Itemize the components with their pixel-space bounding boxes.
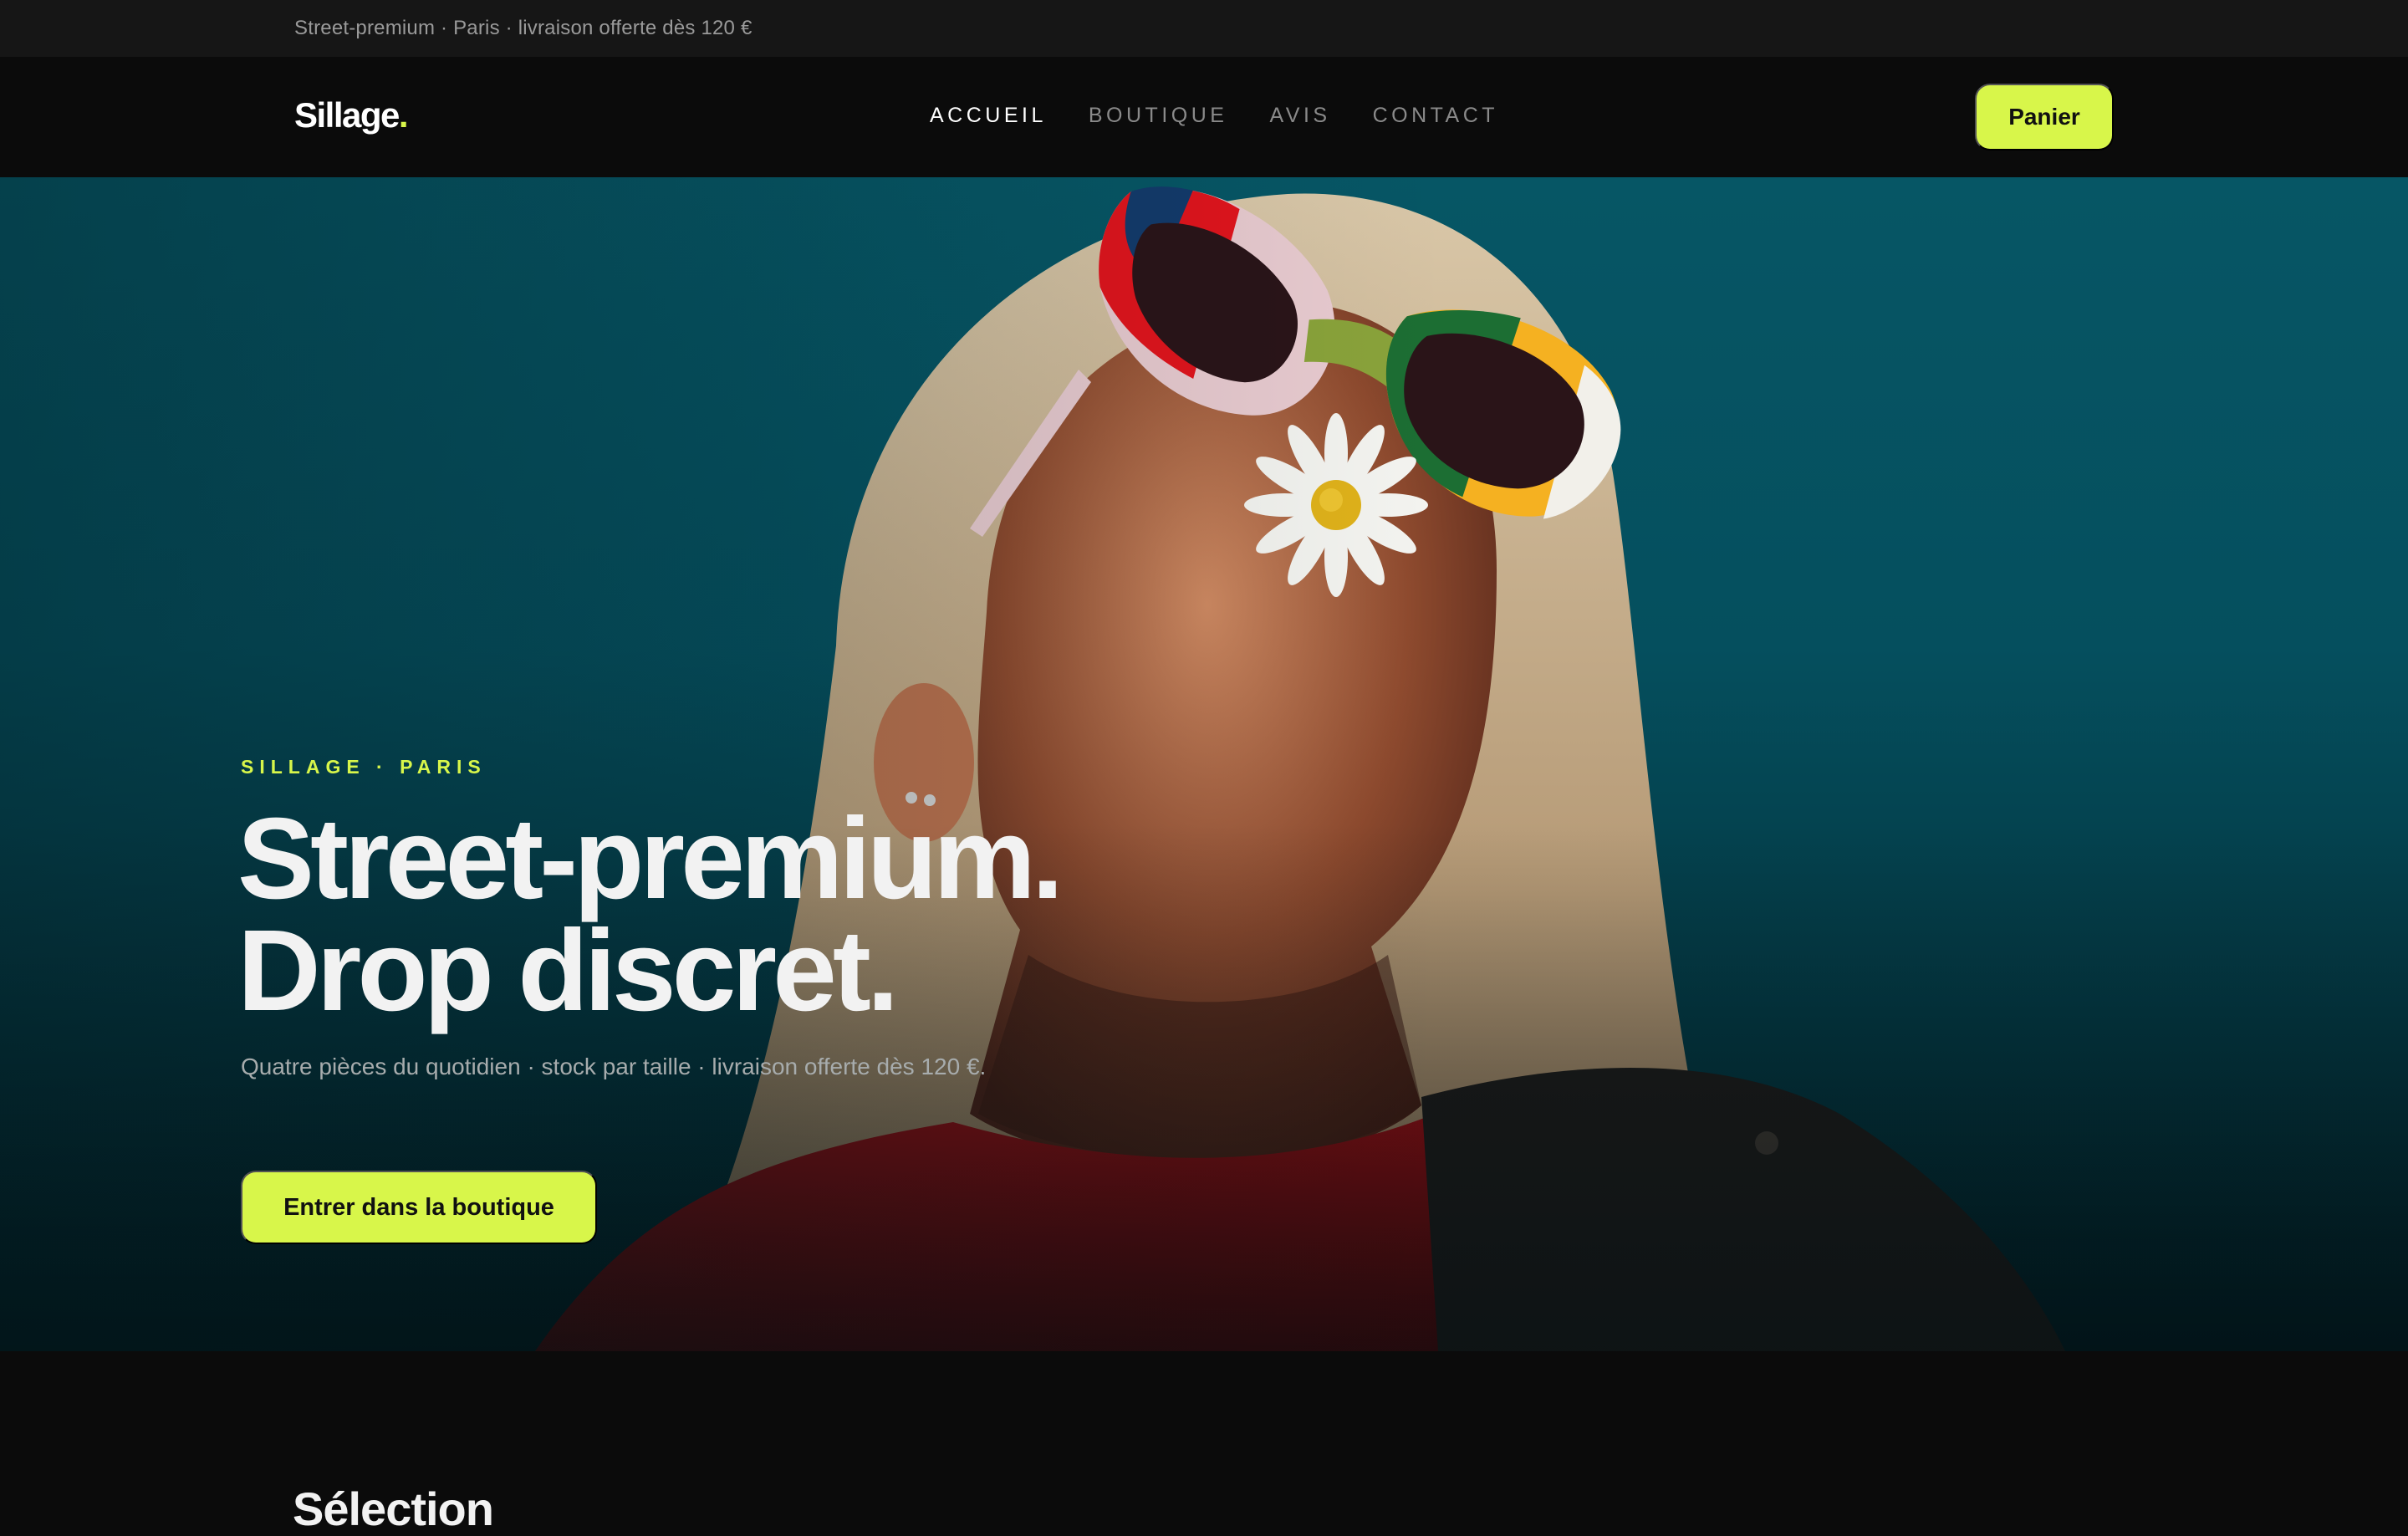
brand-logo[interactable]: Sillage.	[294, 95, 409, 135]
site-header: Sillage. ACCUEIL BOUTIQUE AVIS CONTACT P…	[0, 57, 2408, 177]
hero-eyebrow: SILLAGE · PARIS	[241, 756, 487, 778]
announcement-bar: Street-premium · Paris · livraison offer…	[0, 0, 2408, 57]
hero-headline: Street-premium. Drop discret.	[237, 794, 1064, 1035]
main-nav: ACCUEIL BOUTIQUE AVIS CONTACT	[930, 104, 1498, 128]
nav-item-contact[interactable]: CONTACT	[1373, 104, 1498, 128]
hero-subtitle: Quatre pièces du quotidien · stock par t…	[241, 1054, 987, 1079]
hero-section: SILLAGE · PARIS Street-premium. Drop dis…	[0, 177, 2408, 1351]
nav-item-avis[interactable]: AVIS	[1269, 104, 1330, 128]
nav-item-accueil[interactable]: ACCUEIL	[930, 104, 1047, 128]
section-title: Sélection	[293, 1482, 494, 1535]
announcement-text: Street-premium · Paris · livraison offer…	[294, 17, 752, 39]
nav-item-boutique[interactable]: BOUTIQUE	[1089, 104, 1228, 128]
cart-button[interactable]: Panier	[1975, 84, 2114, 151]
enter-shop-button[interactable]: Entrer dans la boutique	[241, 1171, 597, 1244]
headline-line-2: Drop discret.	[237, 906, 899, 1035]
logo-dot: .	[398, 95, 409, 135]
headline-line-1: Street-premium.	[237, 794, 1064, 923]
logo-text: Sillage	[294, 95, 400, 135]
